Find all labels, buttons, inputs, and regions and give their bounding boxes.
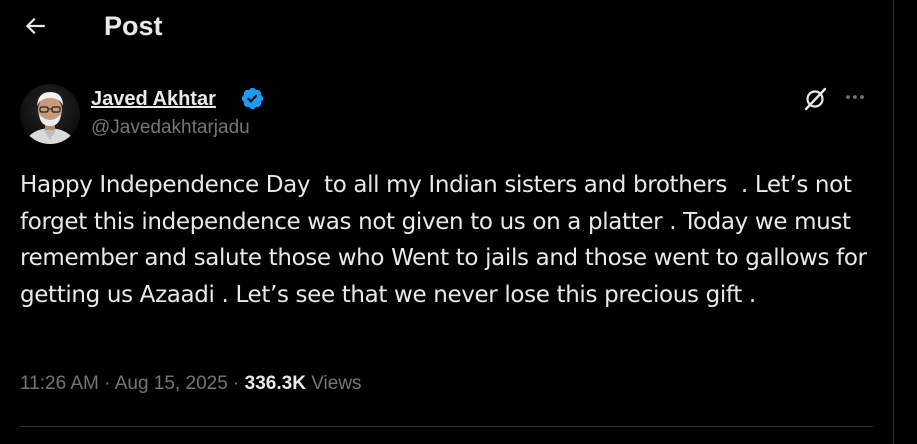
post-meta: 11:26 AM · Aug 15, 2025 · 336.3K Views: [20, 372, 362, 396]
avatar[interactable]: [20, 84, 80, 144]
grok-button[interactable]: [800, 84, 830, 114]
views-count: 336.3K: [244, 373, 306, 394]
post-time[interactable]: 11:26 AM: [20, 373, 99, 394]
divider: [20, 426, 873, 427]
post-date[interactable]: Aug 15, 2025: [115, 373, 228, 394]
author-name[interactable]: Javed Akhtar: [91, 87, 216, 111]
more-horizontal-icon: [846, 95, 864, 99]
meta-separator: ·: [104, 373, 111, 394]
avatar-image: [20, 84, 80, 144]
grok-icon: [804, 87, 827, 111]
verified-badge-icon: [241, 87, 264, 110]
column-border: [893, 0, 894, 444]
more-button[interactable]: [840, 84, 870, 114]
post-header: Post: [0, 0, 893, 53]
back-button[interactable]: [16, 8, 54, 44]
author-handle[interactable]: @Javedakhtarjadu: [91, 116, 250, 140]
post-text: Happy Independence Day to all my Indian …: [20, 172, 874, 308]
page-title: Post: [104, 11, 163, 41]
views-label: Views: [311, 373, 362, 394]
arrow-left-icon: [25, 17, 45, 35]
meta-separator: ·: [233, 373, 240, 394]
